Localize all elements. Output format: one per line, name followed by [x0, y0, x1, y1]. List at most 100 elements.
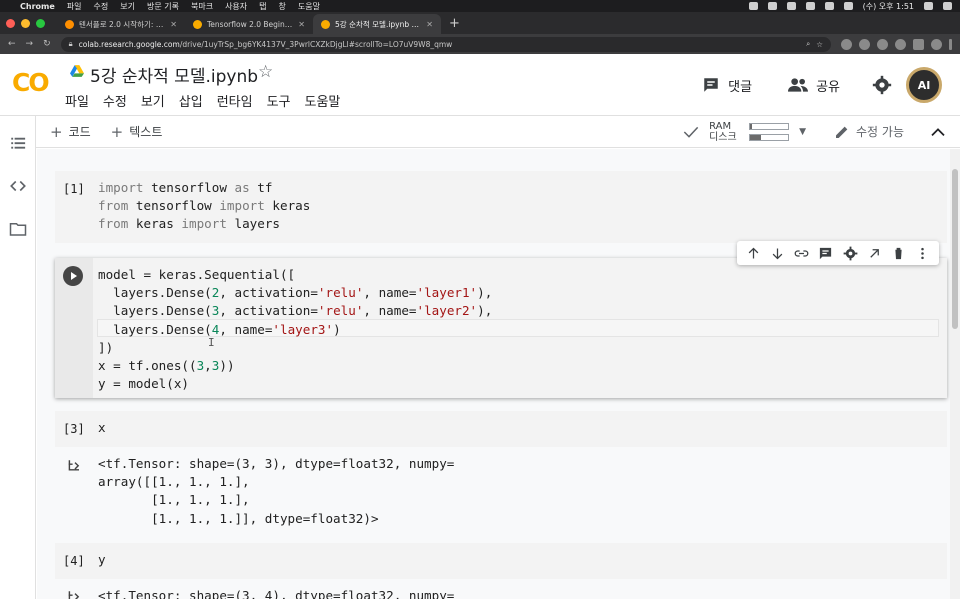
run-cell-button[interactable] [63, 266, 83, 286]
output-arrow-icon[interactable] [67, 458, 83, 472]
code-snippets-icon[interactable] [9, 177, 27, 195]
browser-tab[interactable]: Tensorflow 2.0 Beginner.ipynb ✕ [185, 14, 313, 34]
collapse-header-chevron-icon[interactable] [930, 126, 946, 138]
mac-menu-edit[interactable]: 수정 [94, 1, 109, 12]
volume-icon[interactable] [843, 2, 853, 10]
profile-icon[interactable] [931, 38, 942, 50]
mac-menu-file[interactable]: 파일 [67, 1, 82, 12]
reload-icon[interactable]: ↻ [43, 39, 51, 49]
code-token: layers.Dense( [98, 285, 212, 301]
back-icon[interactable]: ← [8, 39, 16, 49]
delete-trash-icon[interactable] [891, 246, 906, 261]
cell-source[interactable]: x [98, 419, 106, 437]
folder-icon[interactable] [9, 220, 27, 238]
tab-title: Tensorflow 2.0 Beginner.ipynb [207, 19, 294, 29]
code-token: ]) [98, 339, 114, 355]
menu-file[interactable]: 파일 [65, 91, 89, 110]
zoom-window-button[interactable] [36, 18, 45, 28]
cell-source[interactable]: model = keras.Sequential([ layers.Dense(… [98, 266, 492, 393]
extensions-puzzle-icon[interactable] [913, 38, 924, 50]
chrome-menu-icon[interactable] [949, 38, 952, 50]
extension-icon[interactable] [895, 38, 906, 50]
menubar-clock[interactable]: (수) 오후 1:51 [863, 1, 914, 12]
mac-menu-people[interactable]: 사용자 [225, 1, 247, 12]
tab-close-icon[interactable]: ✕ [426, 20, 433, 29]
share-button[interactable]: 공유 [788, 76, 840, 95]
status-app-icon[interactable] [748, 2, 758, 10]
notebook-title[interactable]: 5강 순차적 모델.ipynb [90, 62, 258, 87]
minimize-window-button[interactable] [21, 18, 30, 28]
cell-settings-gear-icon[interactable] [843, 246, 858, 261]
code-cell-active[interactable]: model = keras.Sequential([ layers.Dense(… [55, 258, 947, 398]
output-arrow-icon[interactable] [67, 589, 83, 599]
open-in-tab-arrow-icon[interactable] [867, 246, 882, 261]
add-text-cell-button[interactable]: + 텍스트 [111, 123, 163, 141]
search-icon[interactable] [924, 2, 933, 10]
table-of-contents-icon[interactable] [9, 134, 27, 152]
browser-toolbar: ← → ↻ 🔒︎ colab.research.google.com/drive… [0, 34, 960, 54]
move-cell-down-icon[interactable] [770, 246, 785, 261]
link-icon[interactable] [794, 246, 809, 261]
control-center-icon[interactable] [943, 2, 952, 10]
window-controls [6, 12, 45, 34]
code-token: model = keras.Sequential([ [98, 267, 296, 282]
comment-icon [704, 78, 718, 92]
cell-source[interactable]: y [98, 551, 106, 569]
extension-icon[interactable] [859, 38, 870, 50]
menu-view[interactable]: 보기 [141, 91, 165, 110]
more-options-icon[interactable] [915, 246, 930, 261]
status-app-icon[interactable] [767, 2, 777, 10]
comment-label: 댓글 [728, 79, 753, 95]
menu-runtime[interactable]: 런타임 [217, 91, 253, 110]
mac-menu-view[interactable]: 보기 [120, 1, 135, 12]
wifi-icon[interactable] [824, 2, 834, 10]
forward-icon[interactable]: → [26, 39, 34, 49]
star-icon[interactable]: ☆ [258, 62, 273, 82]
app-name[interactable]: Chrome [20, 2, 55, 11]
code-token: ), [477, 285, 493, 301]
code-token: tensorflow [128, 198, 220, 214]
mac-menu-window[interactable]: 창 [279, 1, 286, 12]
colab-logo[interactable]: CO [12, 68, 50, 97]
lock-icon[interactable]: 🔒︎ [69, 39, 73, 49]
mac-menu-bookmarks[interactable]: 북마크 [191, 1, 213, 12]
code-cell[interactable]: [1] import tensorflow as tf from tensorfl… [55, 171, 947, 243]
browser-tab[interactable]: 텐서플로 2.0 시작하기: 초보자용 | Te ✕ [57, 14, 185, 34]
tab-close-icon[interactable]: ✕ [170, 20, 177, 29]
code-cell[interactable]: [4] y [55, 543, 947, 579]
user-avatar[interactable]: AI [906, 67, 942, 103]
runtime-dropdown-icon[interactable]: ▼ [799, 127, 806, 137]
extension-icon[interactable] [877, 38, 888, 50]
extension-icon[interactable] [841, 38, 852, 50]
menu-tools[interactable]: 도구 [267, 91, 291, 110]
comment-icon[interactable] [818, 246, 833, 261]
close-window-button[interactable] [6, 18, 15, 28]
tab-title: 텐서플로 2.0 시작하기: 초보자용 | Te [79, 19, 165, 29]
mac-menu-history[interactable]: 방문 기록 [147, 1, 179, 12]
new-tab-button[interactable]: + [441, 16, 468, 34]
tab-close-icon[interactable]: ✕ [298, 20, 305, 29]
status-app-icon[interactable] [805, 2, 815, 10]
mac-menu-tab[interactable]: 탭 [259, 1, 266, 12]
notebook-scrollbar[interactable] [950, 149, 960, 599]
zoom-icon[interactable]: ⌕ [806, 39, 810, 49]
move-cell-up-icon[interactable] [746, 246, 761, 261]
address-bar[interactable]: 🔒︎ colab.research.google.com/drive/1uyTr… [60, 36, 831, 52]
menu-help[interactable]: 도움말 [305, 91, 341, 110]
mac-menu-help[interactable]: 도움말 [298, 1, 320, 12]
menu-insert[interactable]: 삽입 [179, 91, 203, 110]
cell-source[interactable]: import tensorflow as tf from tensorflow i… [98, 179, 310, 234]
scrollbar-thumb[interactable] [952, 169, 958, 329]
browser-tab-active[interactable]: 5강 순차적 모델.ipynb - Colabora ✕ [313, 14, 441, 34]
resource-monitor[interactable]: RAM 디스크 [709, 121, 790, 143]
code-cell[interactable]: [3] x [55, 411, 947, 447]
people-icon [788, 78, 809, 92]
bookmark-star-icon[interactable]: ☆ [816, 40, 823, 49]
add-code-cell-button[interactable]: + 코드 [50, 123, 91, 141]
comment-button[interactable]: 댓글 [702, 76, 752, 95]
menu-edit[interactable]: 수정 [103, 91, 127, 110]
cloud-icon[interactable] [786, 2, 796, 10]
colab-menubar: 파일 수정 보기 삽입 런타임 도구 도움말 [65, 91, 340, 110]
edit-mode-button[interactable]: 수정 가능 [834, 123, 904, 140]
settings-gear-icon[interactable] [872, 75, 892, 95]
